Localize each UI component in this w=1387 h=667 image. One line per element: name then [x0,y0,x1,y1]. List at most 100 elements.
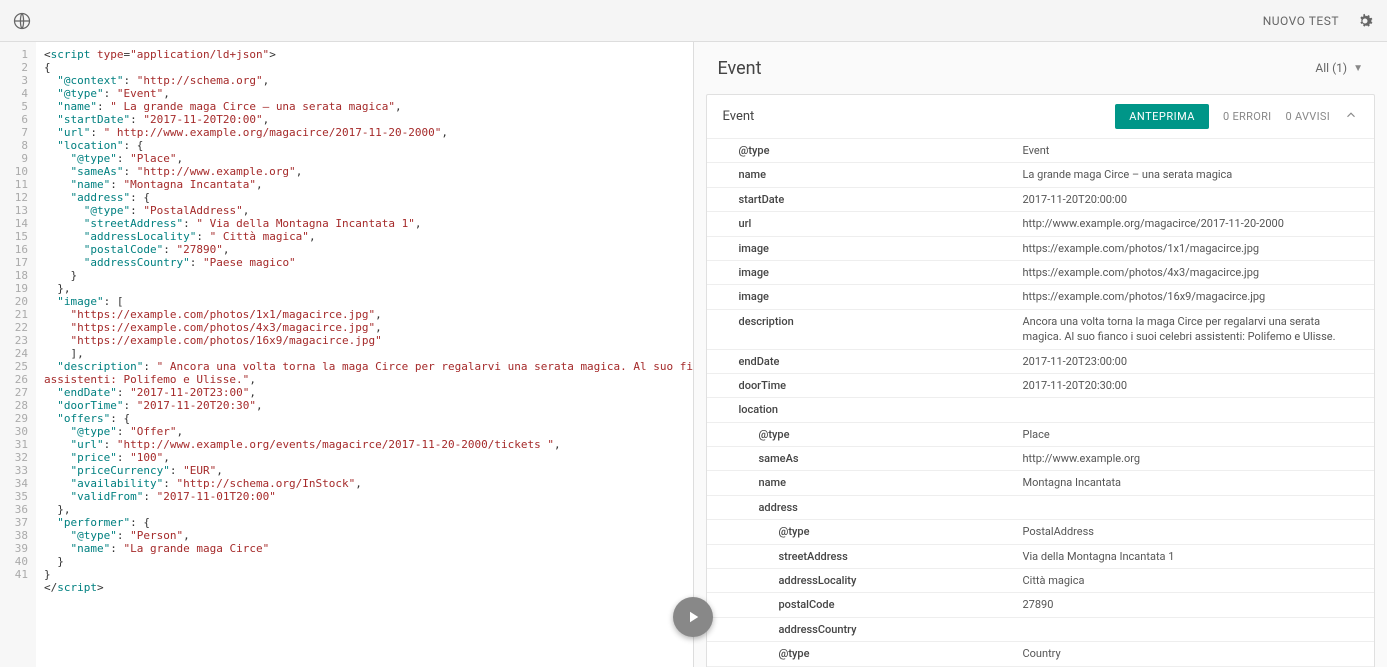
line-number: 34 [0,477,36,490]
property-value: http://www.example.org [1007,447,1375,471]
line-number: 29 [0,412,36,425]
property-value: Country [1007,642,1375,666]
code-line: "streetAddress": " Via della Montagna In… [44,217,685,230]
property-key: @type [707,139,1007,163]
code-line: "postalCode": "27890", [44,243,685,256]
line-number: 4 [0,87,36,100]
property-value: https://example.com/photos/4x3/magacirce… [1007,260,1375,284]
line-number: 13 [0,204,36,217]
line-number: 41 [0,568,36,581]
property-key: name [707,163,1007,187]
table-row: addressLocalityCittà magica [707,569,1375,593]
line-number: 18 [0,269,36,282]
run-button[interactable] [673,597,713,637]
property-key: description [707,309,1007,349]
code-line: "@type": "Event", [44,87,685,100]
line-number: 15 [0,230,36,243]
code-panel: 1234567891011121314151617181920212223242… [0,42,694,667]
line-number: 40 [0,555,36,568]
code-line: } [44,555,685,568]
line-number: 3 [0,74,36,87]
code-line: } [44,568,685,581]
code-line: ], [44,347,685,360]
code-line: <script type="application/ld+json"> [44,48,685,61]
line-number: 6 [0,113,36,126]
table-row: descriptionAncora una volta torna la mag… [707,309,1375,349]
property-key: @type [707,422,1007,446]
line-number: 7 [0,126,36,139]
property-value: 2017-11-20T23:00:00 [1007,349,1375,373]
table-row: startDate2017-11-20T20:00:00 [707,187,1375,211]
property-value [1007,617,1375,641]
property-key: endDate [707,349,1007,373]
property-key: sameAs [707,447,1007,471]
property-value: https://example.com/photos/16x9/magacirc… [1007,285,1375,309]
table-row: @typePostalAddress [707,520,1375,544]
line-number: 39 [0,542,36,555]
table-row: @typeEvent [707,139,1375,163]
line-number: 20 [0,295,36,308]
gear-icon[interactable] [1355,11,1375,31]
table-row: sameAshttp://www.example.org [707,447,1375,471]
code-line: "@type": "Person", [44,529,685,542]
code-line: }, [44,503,685,516]
property-value: Via della Montagna Incantata 1 [1007,544,1375,568]
table-row: location [707,398,1375,422]
property-value: Montagna Incantata [1007,471,1375,495]
code-line: "https://example.com/photos/4x3/magacirc… [44,321,685,334]
errors-count: 0 ERRORI [1223,110,1271,123]
line-number: 22 [0,321,36,334]
property-key: @type [707,520,1007,544]
code-line: "image": [ [44,295,685,308]
filter-dropdown[interactable]: All (1) ▼ [1315,61,1363,75]
property-key: doorTime [707,373,1007,397]
new-test-button[interactable]: NUOVO TEST [1263,14,1339,28]
globe-icon[interactable] [12,11,32,31]
code-line: "price": "100", [44,451,685,464]
line-number: 10 [0,165,36,178]
table-row: urlhttp://www.example.org/magacirce/2017… [707,212,1375,236]
code-line: "startDate": "2017-11-20T20:00", [44,113,685,126]
table-row: endDate2017-11-20T23:00:00 [707,349,1375,373]
table-row: imagehttps://example.com/photos/1x1/maga… [707,236,1375,260]
main: 1234567891011121314151617181920212223242… [0,42,1387,667]
card-title: Event [723,109,755,124]
line-number: 28 [0,399,36,412]
table-row: addressCountry [707,617,1375,641]
code-line: "name": "Montagna Incantata", [44,178,685,191]
line-number: 27 [0,386,36,399]
line-number: 12 [0,191,36,204]
code-line: "url": "http://www.example.org/events/ma… [44,438,685,451]
code-editor[interactable]: <script type="application/ld+json">{ "@c… [36,42,693,667]
property-key: url [707,212,1007,236]
line-number: 31 [0,438,36,451]
preview-button[interactable]: ANTEPRIMA [1115,104,1209,129]
code-line: "sameAs": "http://www.example.org", [44,165,685,178]
line-number: 35 [0,490,36,503]
table-row: postalCode27890 [707,593,1375,617]
table-row: imagehttps://example.com/photos/4x3/maga… [707,260,1375,284]
line-number: 37 [0,516,36,529]
line-number: 5 [0,100,36,113]
code-line: </script> [44,581,685,594]
code-line: "https://example.com/photos/16x9/magacir… [44,334,685,347]
line-number: 14 [0,217,36,230]
property-value: Event [1007,139,1375,163]
card-header: Event ANTEPRIMA 0 ERRORI 0 AVVISI [707,95,1375,139]
line-number: 17 [0,256,36,269]
property-value: Ancora una volta torna la maga Circe per… [1007,309,1375,349]
property-key: image [707,285,1007,309]
line-number: 38 [0,529,36,542]
property-key: address [707,495,1007,519]
table-row: nameMontagna Incantata [707,471,1375,495]
code-line: "priceCurrency": "EUR", [44,464,685,477]
chevron-up-icon[interactable] [1344,108,1358,125]
line-number: 26 [0,373,36,386]
results-header: Event All (1) ▼ [694,42,1387,94]
property-value: 2017-11-20T20:30:00 [1007,373,1375,397]
property-value: PostalAddress [1007,520,1375,544]
results-panel: Event All (1) ▼ Event ANTEPRIMA 0 ERRORI… [694,42,1387,667]
line-number: 9 [0,152,36,165]
property-value [1007,495,1375,519]
code-line: "name": "La grande maga Circe" [44,542,685,555]
